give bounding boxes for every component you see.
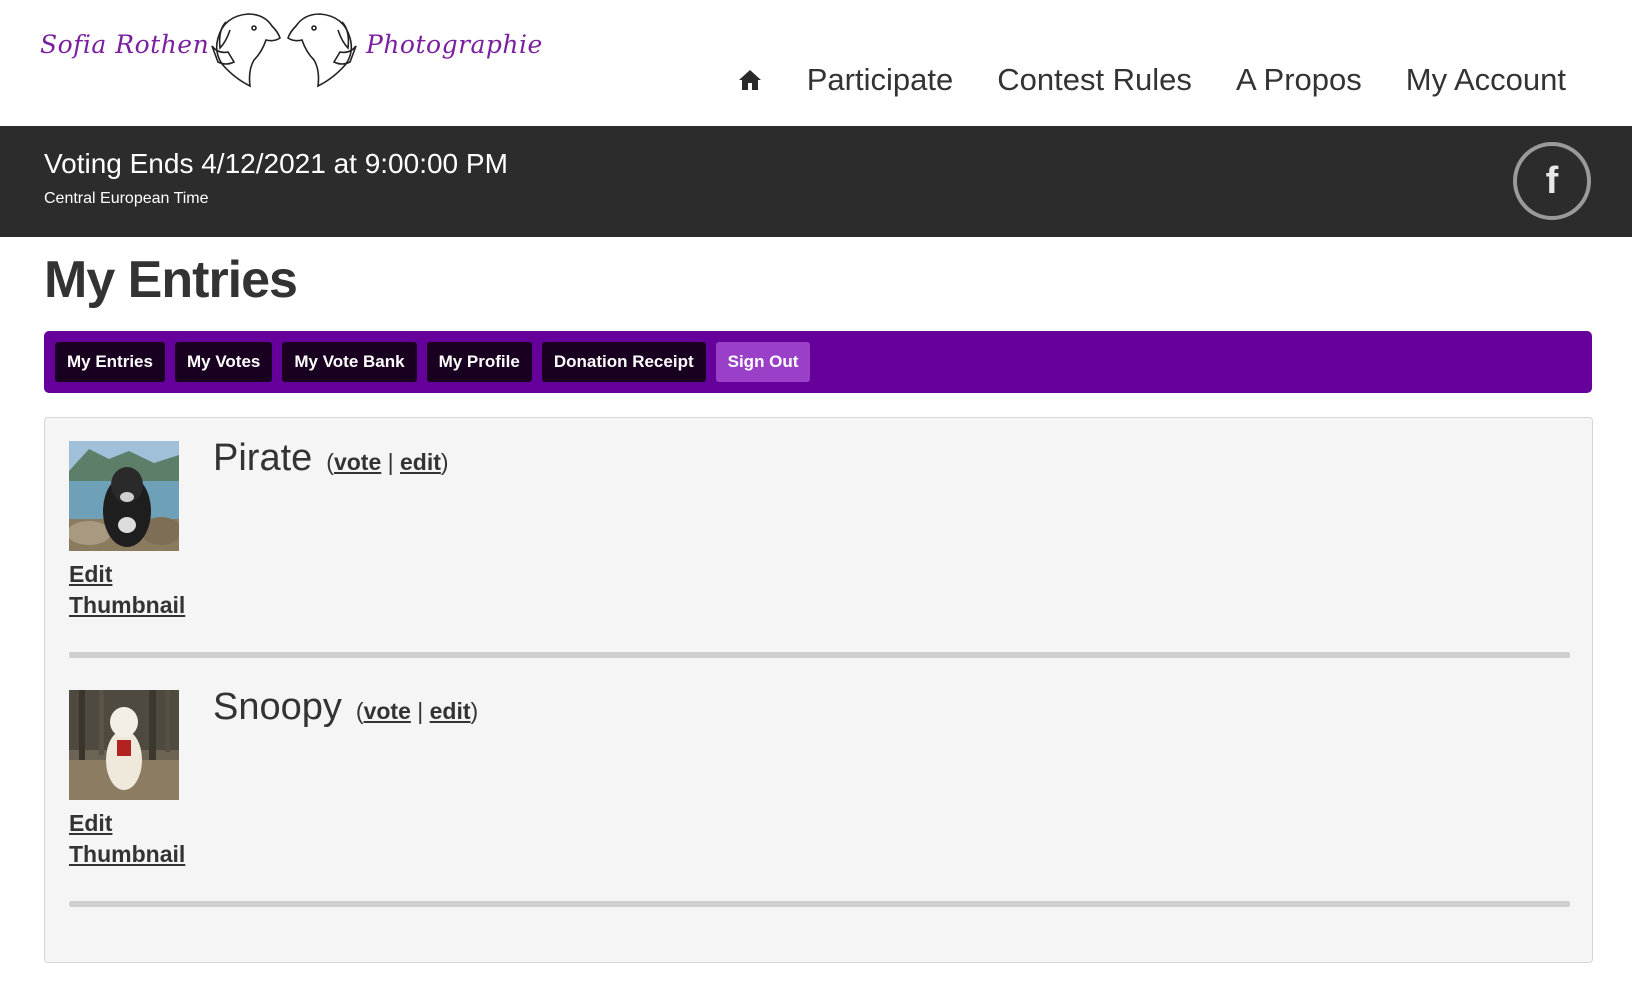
nav-my-account[interactable]: My Account [1406, 62, 1566, 98]
facebook-icon[interactable]: f [1513, 142, 1591, 220]
site-header: Sofia Rothen Photographie Participate Co… [0, 0, 1632, 126]
timezone-label: Central European Time [44, 190, 209, 207]
home-icon[interactable] [737, 67, 763, 93]
logo-right-text: Photographie [366, 30, 543, 59]
main-nav: Participate Contest Rules A Propos My Ac… [737, 62, 1566, 98]
donation-receipt-button[interactable]: Donation Receipt [541, 342, 706, 382]
entry-actions: (vote | edit) [326, 449, 449, 475]
edit-thumbnail-link[interactable]: Edit Thumbnail [69, 559, 209, 621]
my-entries-button[interactable]: My Entries [55, 342, 165, 382]
entries-panel: Edit Thumbnail Pirate (vote | edit) Edit… [44, 417, 1593, 963]
vote-link[interactable]: vote [364, 698, 411, 724]
entry-name: Snoopy [213, 686, 342, 728]
edit-thumbnail-link[interactable]: Edit Thumbnail [69, 808, 209, 870]
link-separator: | [387, 449, 394, 475]
page-title: My Entries [44, 251, 298, 309]
vote-link[interactable]: vote [334, 449, 381, 475]
account-menu-bar: My Entries My Votes My Vote Bank My Prof… [44, 331, 1592, 393]
nav-a-propos[interactable]: A Propos [1236, 62, 1362, 98]
nav-participate[interactable]: Participate [807, 62, 953, 98]
nav-contest-rules[interactable]: Contest Rules [997, 62, 1192, 98]
entry-divider [69, 652, 1570, 658]
site-logo[interactable]: Sofia Rothen Photographie [36, 8, 543, 96]
edit-link[interactable]: edit [430, 698, 471, 724]
my-vote-bank-button[interactable]: My Vote Bank [282, 342, 417, 382]
logo-left-text: Sofia Rothen [40, 30, 210, 59]
my-profile-button[interactable]: My Profile [426, 342, 532, 382]
edit-link[interactable]: edit [400, 449, 441, 475]
sign-out-button[interactable]: Sign Out [715, 342, 811, 382]
entry-name: Pirate [213, 437, 313, 479]
link-separator: | [417, 698, 424, 724]
entry-thumbnail[interactable] [69, 690, 179, 800]
entry-divider [69, 901, 1570, 907]
dogs-logo-illustration [211, 13, 357, 88]
entry-actions: (vote | edit) [355, 698, 479, 724]
voting-end-title: Voting Ends 4/12/2021 at 9:00:00 PM [44, 148, 508, 179]
entry-thumbnail[interactable] [69, 441, 179, 551]
voting-banner: Voting Ends 4/12/2021 at 9:00:00 PM Cent… [0, 126, 1632, 237]
my-votes-button[interactable]: My Votes [174, 342, 273, 382]
